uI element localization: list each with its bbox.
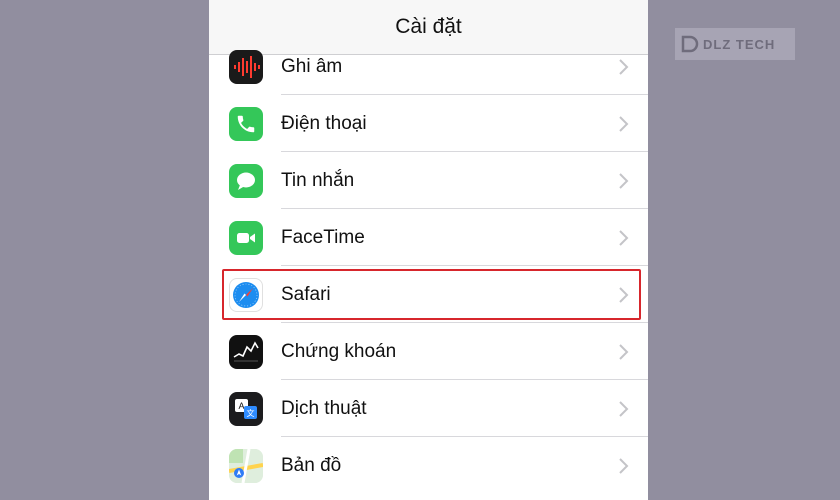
settings-row-maps[interactable]: Bản đồ — [209, 437, 648, 494]
messages-icon — [229, 163, 263, 198]
dlz-logo-icon — [681, 35, 699, 53]
stocks-icon — [229, 334, 263, 369]
settings-row-phone[interactable]: Điện thoại — [209, 95, 648, 152]
facetime-icon — [229, 220, 263, 255]
chevron-right-icon — [619, 229, 629, 246]
chevron-right-icon — [619, 457, 629, 474]
settings-row-messages[interactable]: Tin nhắn — [209, 152, 648, 209]
settings-row-label: Bản đồ — [281, 454, 342, 476]
chevron-right-icon — [619, 400, 629, 417]
settings-row-label: Ghi âm — [281, 55, 343, 77]
voice-memos-icon — [229, 49, 263, 84]
settings-row-label: Tin nhắn — [281, 169, 355, 191]
page-title: Cài đặt — [395, 15, 462, 38]
maps-icon — [229, 448, 263, 483]
chevron-right-icon — [619, 58, 629, 75]
chevron-right-icon — [619, 172, 629, 189]
chevron-right-icon — [619, 115, 629, 132]
settings-list: Ghi âm Điện thoại Tin nhắn FaceTime Safa… — [209, 49, 648, 500]
settings-row-label: Chứng khoán — [281, 340, 397, 362]
phone-icon — [229, 106, 263, 141]
settings-row-stocks[interactable]: Chứng khoán — [209, 323, 648, 380]
watermark-text: DLZ TECH — [703, 36, 776, 52]
translate-icon: A 文 — [229, 391, 263, 426]
settings-row-label: FaceTime — [281, 226, 365, 248]
settings-row-label: Safari — [281, 283, 331, 305]
chevron-right-icon — [619, 286, 629, 303]
chevron-right-icon — [619, 343, 629, 360]
settings-row-safari[interactable]: Safari — [209, 266, 648, 323]
settings-row-label: Dịch thuật — [281, 397, 367, 419]
safari-icon — [229, 277, 263, 312]
settings-row-translate[interactable]: A 文 Dịch thuật — [209, 380, 648, 437]
svg-text:文: 文 — [247, 408, 255, 418]
watermark-logo: DLZ TECH — [675, 28, 795, 60]
settings-screen: Cài đặt Ghi âm Điện thoại Tin nhắn FaceT… — [209, 0, 648, 500]
settings-row-voice-memos[interactable]: Ghi âm — [209, 38, 648, 95]
settings-row-facetime[interactable]: FaceTime — [209, 209, 648, 266]
svg-text:A: A — [238, 401, 244, 411]
settings-row-label: Điện thoại — [281, 112, 367, 134]
